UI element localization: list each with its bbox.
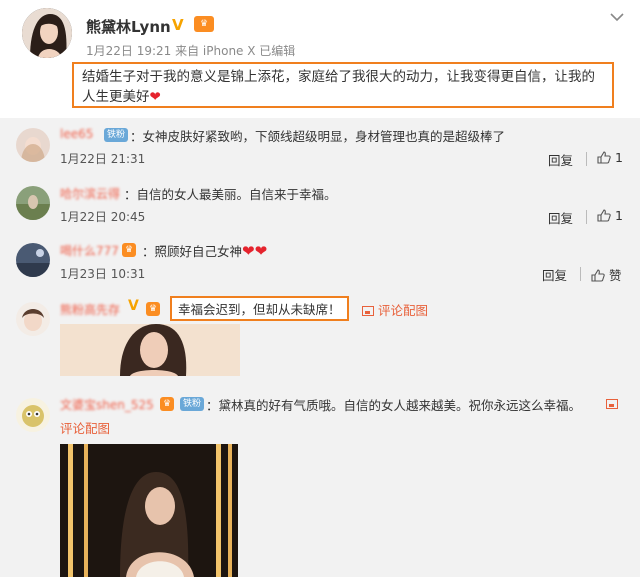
reply-button[interactable]: 回复 bbox=[542, 265, 567, 284]
heart-icon: ❤❤ bbox=[242, 242, 268, 260]
comments-section: lee65 铁粉 ：女神皮肤好紧致哟，下颌线超级明显，身材管理也真的是超级棒了 … bbox=[0, 118, 640, 577]
thumbs-up-icon bbox=[591, 269, 605, 282]
commenter-name[interactable]: 喝什么777 bbox=[60, 242, 119, 259]
author-name[interactable]: 熊黛林Lynn bbox=[86, 16, 171, 37]
comment-photo[interactable] bbox=[60, 444, 238, 577]
comment-text: ：自信的女人最美丽。自信来于幸福。 bbox=[124, 187, 337, 202]
commenter-avatar[interactable] bbox=[16, 186, 50, 220]
vip-badge-icon: ♛ bbox=[194, 16, 214, 32]
comment-image-link[interactable]: 评论配图 bbox=[362, 300, 428, 319]
vip-badge-icon: ♛ bbox=[146, 302, 161, 316]
commenter-name[interactable]: 熊粉高先存 bbox=[60, 301, 120, 318]
thumbs-up-icon bbox=[597, 151, 611, 164]
reply-button[interactable]: 回复 bbox=[548, 150, 573, 169]
divider bbox=[580, 267, 581, 281]
comment-image-link-label: 评论配图 bbox=[378, 303, 429, 318]
divider bbox=[586, 210, 587, 224]
comment-text: ：女神皮肤好紧致哟，下颌线超级明显，身材管理也真的是超级棒了 bbox=[130, 129, 506, 144]
post-text-highlighted: 结婚生子对于我的意义是锦上添花，家庭给了我很大的动力，让我变得更自信，让我的人生… bbox=[72, 62, 614, 108]
verified-icon: V bbox=[172, 16, 184, 34]
fan-badge: 铁粉 bbox=[180, 397, 205, 411]
commenter-avatar[interactable] bbox=[16, 398, 50, 432]
commenter-name[interactable]: lee65 bbox=[60, 127, 93, 141]
like-count: 1 bbox=[615, 208, 623, 223]
vip-badge-icon: ♛ bbox=[160, 397, 175, 411]
like-button[interactable]: 赞 bbox=[591, 265, 622, 284]
verified-icon: V bbox=[128, 298, 139, 314]
comment-text: ：黛林真的好有气质哦。自信的女人越来越美。祝你永远这么幸福。 bbox=[206, 398, 582, 413]
heart-icon: ❤ bbox=[149, 89, 161, 105]
comment-text-body: ：照顾好自己女神 bbox=[142, 244, 243, 259]
image-icon bbox=[362, 306, 374, 316]
comment-image-link[interactable]: 评论配图 bbox=[60, 418, 110, 437]
comment-text-highlighted: 幸福会迟到，但却从未缺席！ bbox=[170, 296, 349, 321]
reply-button[interactable]: 回复 bbox=[548, 208, 573, 227]
comment-photo[interactable] bbox=[60, 324, 240, 376]
commenter-name[interactable]: 哈尔滨云得 bbox=[60, 185, 120, 202]
post-meta: 1月22日 19:21 来自 iPhone X 已编辑 bbox=[86, 44, 296, 58]
commenter-avatar[interactable] bbox=[16, 243, 50, 277]
original-post: 熊黛林Lynn V ♛ 1月22日 19:21 来自 iPhone X 已编辑 … bbox=[0, 0, 640, 118]
commenter-avatar[interactable] bbox=[16, 128, 50, 162]
divider bbox=[586, 152, 587, 166]
chevron-down-icon[interactable] bbox=[610, 10, 624, 26]
author-avatar[interactable] bbox=[22, 8, 72, 58]
comment-time: 1月23日 10:31 bbox=[60, 267, 146, 281]
image-icon[interactable] bbox=[606, 396, 622, 411]
like-count: 1 bbox=[615, 150, 623, 165]
like-label: 赞 bbox=[609, 268, 622, 283]
fan-badge: 铁粉 bbox=[104, 128, 129, 142]
thumbs-up-icon bbox=[597, 209, 611, 222]
commenter-name[interactable]: 文婆宝shen_525 bbox=[60, 396, 154, 413]
comment-time: 1月22日 21:31 bbox=[60, 152, 146, 166]
vip-badge-icon: ♛ bbox=[122, 243, 137, 257]
comment-text: ：照顾好自己女神❤❤ bbox=[142, 241, 267, 260]
like-button[interactable]: 1 bbox=[597, 208, 623, 223]
comment-time: 1月22日 20:45 bbox=[60, 210, 146, 224]
commenter-avatar[interactable] bbox=[16, 302, 50, 336]
like-button[interactable]: 1 bbox=[597, 150, 623, 165]
